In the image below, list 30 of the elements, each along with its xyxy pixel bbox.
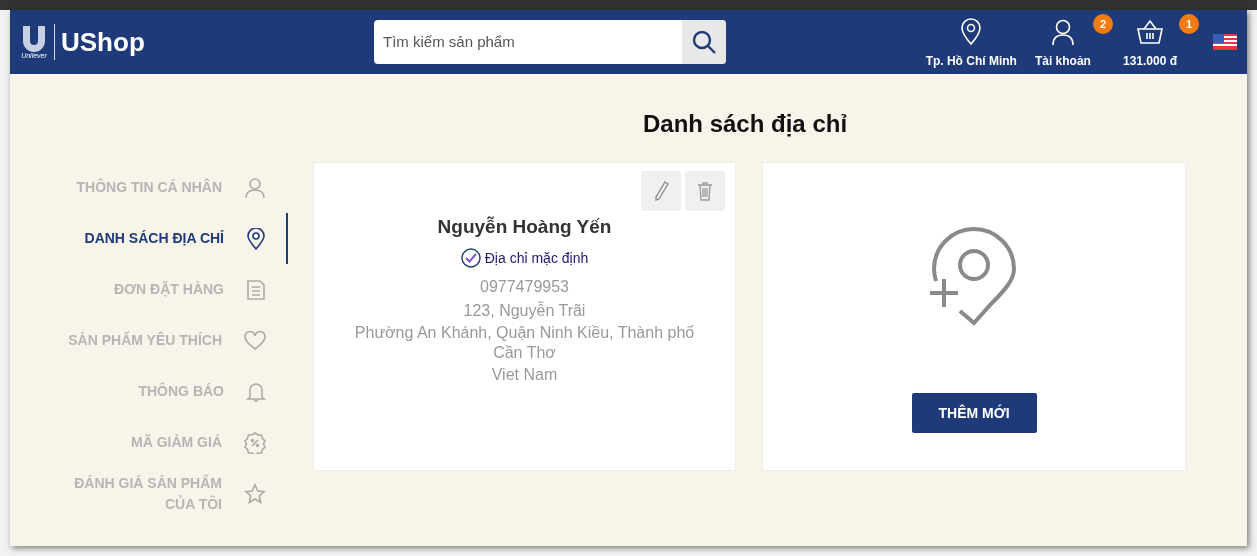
bell-icon bbox=[246, 380, 266, 403]
user-icon bbox=[244, 176, 266, 199]
location-pin-icon bbox=[246, 227, 266, 250]
country-text: Viet Nam bbox=[491, 364, 558, 385]
flag-icon[interactable] bbox=[1213, 34, 1237, 50]
logo-text[interactable]: UShop bbox=[61, 22, 145, 62]
basket-icon bbox=[1135, 18, 1164, 46]
street-text: 123, Nguyễn Trãi bbox=[463, 300, 586, 321]
count-badge: 2 bbox=[1092, 14, 1113, 34]
default-label: Địa chỉ mặc định bbox=[484, 248, 589, 268]
discount-badge-icon bbox=[244, 431, 266, 454]
sidebar-item[interactable]: DANH SÁCH ĐỊA CHỈ bbox=[10, 213, 288, 264]
area-text: Phường An Khánh, Quận Ninh Kiều, Thành phố Cần Thơ bbox=[353, 322, 696, 363]
document-icon bbox=[246, 278, 266, 301]
header-link[interactable]: Tp. Hồ Chí Minh bbox=[917, 14, 1025, 70]
logo-icon bbox=[20, 25, 48, 52]
pencil-icon bbox=[653, 181, 669, 201]
trash-icon bbox=[697, 181, 713, 201]
phone-text: 0977479953 bbox=[480, 276, 569, 297]
heart-icon bbox=[244, 330, 266, 351]
count-badge: 1 bbox=[1179, 14, 1199, 34]
search-button[interactable] bbox=[682, 20, 726, 64]
add-new-button[interactable]: THÊM MỚI bbox=[911, 393, 1037, 433]
search-icon bbox=[691, 29, 717, 55]
user-icon bbox=[1049, 18, 1076, 46]
recipient-name: Nguyễn Hoàng Yến bbox=[437, 215, 612, 239]
page-title: Danh sách địa chỉ bbox=[643, 109, 848, 139]
star-icon bbox=[244, 482, 266, 505]
header-link[interactable]: Tài khoản 2 bbox=[1026, 14, 1113, 70]
header-link[interactable]: 131.000 đ 1 bbox=[1114, 14, 1199, 70]
